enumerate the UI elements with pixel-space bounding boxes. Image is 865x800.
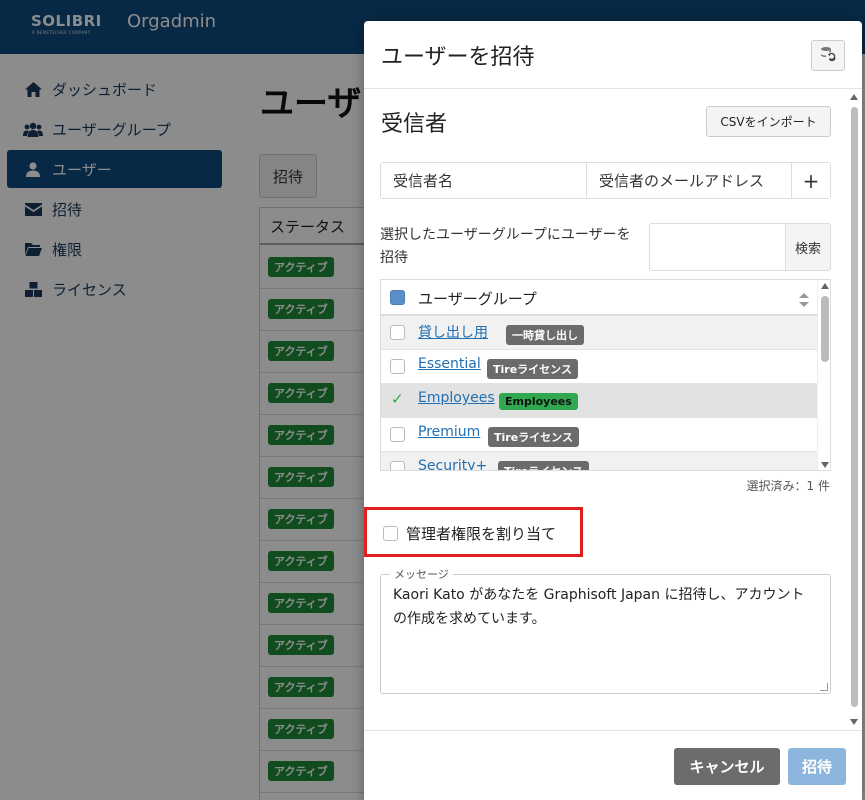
sort-icon[interactable]	[799, 292, 809, 307]
recipients-heading: 受信者	[381, 112, 448, 137]
user-group-table: ユーザーグループ 貸し出し用 一時貸し出し Essential Tireライセン…	[380, 279, 831, 471]
scroll-up-icon[interactable]	[821, 283, 829, 289]
table-row[interactable]: Premium Tireライセンス	[381, 418, 817, 452]
dialog-header: ユーザーを招待	[364, 21, 862, 89]
assign-admin-checkbox[interactable]	[383, 526, 398, 541]
assign-admin-label[interactable]: 管理者権限を割り当て	[406, 523, 556, 544]
scroll-down-icon[interactable]	[850, 719, 858, 725]
scroll-down-icon[interactable]	[821, 462, 829, 468]
row-checkbox[interactable]	[390, 325, 405, 340]
scrollbar-thumb[interactable]	[851, 107, 858, 707]
resize-handle-icon[interactable]	[820, 683, 828, 691]
table-scrollbar[interactable]	[817, 280, 830, 470]
row-checkbox[interactable]	[390, 461, 405, 470]
add-recipient-button[interactable]: +	[792, 163, 830, 198]
message-legend: メッセージ	[390, 566, 453, 582]
scroll-up-icon[interactable]	[850, 94, 858, 100]
dialog-scrollbar[interactable]	[847, 89, 862, 730]
database-refresh-icon	[820, 46, 836, 66]
table-row[interactable]: 貸し出し用 一時貸し出し	[381, 316, 817, 350]
recipient-name-input[interactable]	[381, 163, 587, 198]
scrollbar-thumb[interactable]	[821, 296, 829, 362]
group-link[interactable]: Premium	[418, 424, 480, 440]
group-link[interactable]: 貸し出し用	[418, 322, 488, 342]
search-button[interactable]: 検索	[785, 223, 831, 271]
dialog-body: 受信者 CSVをインポート + 選択したユーザーグループにユーザーを招待 検索 …	[364, 89, 862, 730]
dialog-title: ユーザーを招待	[381, 45, 535, 70]
message-text[interactable]: Kaori Kato があなたを Graphisoft Japan に招待し、ア…	[393, 583, 818, 631]
recipient-email-input[interactable]	[587, 163, 792, 198]
recipient-input-row: +	[380, 162, 831, 199]
group-badge: Tireライセンス	[488, 427, 579, 447]
assign-admin-highlight: 管理者権限を割り当て	[364, 507, 583, 557]
group-link[interactable]: Security+	[418, 458, 487, 470]
invite-button[interactable]: 招待	[788, 748, 846, 785]
group-badge: 一時貸し出し	[506, 325, 584, 345]
table-header: ユーザーグループ	[381, 280, 817, 316]
group-badge: Tireライセンス	[487, 359, 578, 379]
group-link[interactable]: Employees	[418, 390, 495, 406]
group-badge: Tireライセンス	[498, 461, 589, 470]
group-link[interactable]: Essential	[418, 356, 481, 372]
group-select-label: 選択したユーザーグループにユーザーを招待	[380, 227, 631, 266]
check-icon[interactable]: ✓	[391, 390, 404, 408]
group-badge: Employees	[499, 393, 578, 410]
select-all-checkbox[interactable]	[390, 290, 405, 305]
table-row[interactable]: Security+ Tireライセンス	[381, 452, 817, 470]
column-header-user-group[interactable]: ユーザーグループ	[418, 288, 537, 309]
table-row[interactable]: ✓ Employees Employees	[381, 384, 817, 418]
table-row[interactable]: Essential Tireライセンス	[381, 350, 817, 384]
row-checkbox[interactable]	[390, 359, 405, 374]
invite-user-dialog: ユーザーを招待 受信者 CSVをインポート + 選択したユーザーグループにユーザ…	[364, 21, 862, 800]
group-search-input[interactable]	[649, 223, 786, 271]
dialog-footer: キャンセル 招待	[364, 730, 862, 800]
message-textarea[interactable]: メッセージ Kaori Kato があなたを Graphisoft Japan …	[380, 566, 831, 694]
refresh-button[interactable]	[811, 40, 845, 71]
row-checkbox[interactable]	[390, 427, 405, 442]
cancel-button[interactable]: キャンセル	[674, 748, 780, 785]
selected-count: 選択済み：1 件	[746, 479, 830, 493]
csv-import-button[interactable]: CSVをインポート	[706, 106, 831, 137]
